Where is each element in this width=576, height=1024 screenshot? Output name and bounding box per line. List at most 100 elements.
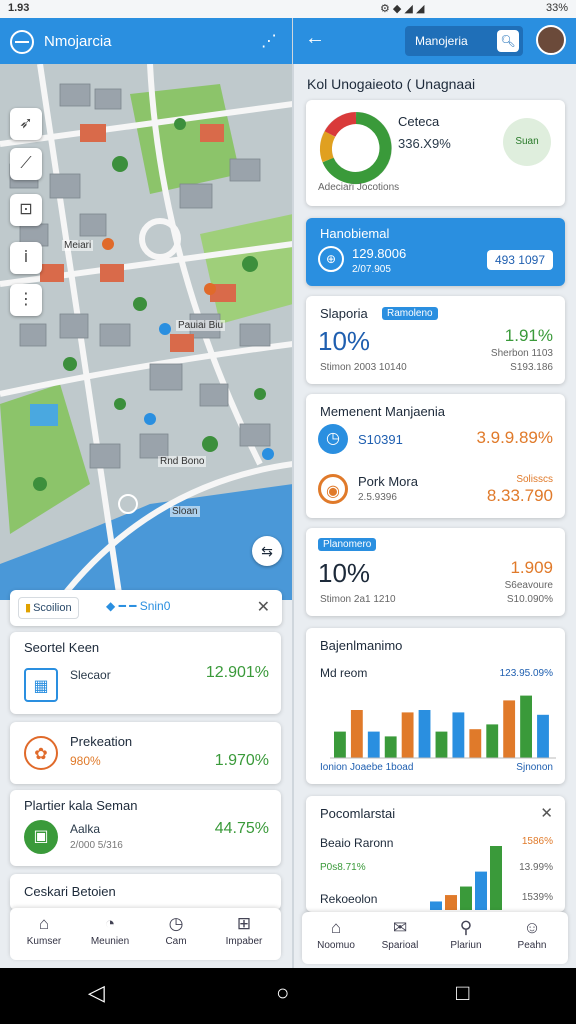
left-card-3[interactable]: Plartier kala Seman ▣ Aalka 2/000 5/316 …	[10, 790, 281, 866]
map-label: Meiari	[62, 240, 94, 251]
nav-home[interactable]: ⌂ Kumser	[14, 914, 74, 947]
bottom-row3: Rekoeolon	[320, 892, 378, 906]
layers-tool-icon[interactable]: ⊡	[10, 194, 42, 226]
recents-icon[interactable]: □	[456, 980, 469, 1006]
mini-chart-bar	[460, 886, 472, 910]
left-app-header: Nmojarcia ⋰	[0, 18, 293, 64]
bar-chart	[330, 695, 556, 759]
status-bar: 1.93 ⚙ ◆ ◢ ◢ 33%	[0, 0, 576, 18]
stat-card-c[interactable]: Planomero 10% Stimon 2a1 1210 1.909 S6ea…	[306, 528, 565, 616]
card-line: Slecaor	[70, 668, 111, 682]
highlight-title: Hanobiemal	[320, 226, 390, 241]
nav-home-right[interactable]: ⌂ Noomuo	[306, 918, 366, 951]
stat-title: Memenent Manjaenia	[320, 404, 446, 419]
chart-card[interactable]: Bajenlmanimo Md reom 123.95.09% Ionion J…	[306, 628, 565, 784]
left-app-title: Nmojarcia	[44, 33, 112, 50]
chart-bar	[537, 714, 549, 758]
info-tool-icon[interactable]: ⅰ	[10, 242, 42, 274]
row1-value: 3.9.9.89%	[476, 428, 553, 447]
stat-sub2: S193.186	[510, 362, 553, 373]
status-time: 1.93	[8, 2, 30, 14]
stat-sub2: S10.090%	[506, 594, 553, 605]
home-button-icon[interactable]: ○	[276, 980, 289, 1006]
map-label: Pauiai Biu	[176, 320, 226, 331]
clock-icon: ◷	[318, 424, 348, 454]
nav-impaber[interactable]: ⊞ Impaber	[214, 914, 274, 947]
nav-plariun[interactable]: ⚲ Plariun	[436, 918, 496, 951]
card-title: Prekeation	[70, 734, 133, 749]
navigate-tool-icon[interactable]: ➶	[10, 108, 42, 140]
target-icon: ◉	[318, 474, 348, 504]
settings-flower-icon: ✿	[24, 736, 58, 770]
chart-bar	[367, 731, 380, 758]
avatar[interactable]	[536, 25, 566, 55]
share-icon[interactable]: ⋰	[261, 31, 277, 51]
highlight-card[interactable]: Hanobiemal ⊕ 129.8006 2/07.905 493 1097	[306, 218, 565, 286]
card-sub: 2/000 5/316	[70, 840, 123, 851]
stat-caption: Stimon 2003 10140	[320, 362, 407, 373]
bottom-row3-val: 1539%	[521, 892, 553, 903]
map-pin	[102, 238, 114, 250]
chart-footer-right: Sjnonon	[516, 762, 553, 773]
right-bottom-nav: ⌂ Noomuo ✉ Sparioal ⚲ Plariun ☺ Peahn	[302, 912, 568, 964]
search-icon[interactable]: 🔍︎	[497, 30, 519, 52]
bottom-row1: Beaio Raronn	[320, 836, 394, 850]
summary-card[interactable]: Ceteca 336.X9% Adeciari Jocotions Suan	[306, 100, 565, 206]
chart-bar	[418, 710, 431, 758]
chart-bar	[503, 700, 516, 758]
back-icon[interactable]: ◁	[88, 980, 105, 1006]
nav-cam[interactable]: ◷ Cam	[146, 914, 206, 947]
stat-card-a[interactable]: Slaporia Ramoleno 10% Stimon 2003 10140 …	[306, 296, 565, 384]
close-icon[interactable]: ✕	[257, 597, 270, 617]
stat-card-b[interactable]: Memenent Manjaenia ◷ S10391 3.9.9.89% ◉ …	[306, 394, 565, 518]
nav-peahn[interactable]: ☺ Peahn	[502, 918, 562, 951]
donut-chart	[320, 112, 392, 184]
globe-icon: ⊕	[318, 246, 344, 272]
card-value: 1.970%	[214, 752, 269, 769]
mini-chart-bar	[490, 846, 502, 910]
card-title: Plartier kala Seman	[24, 798, 138, 813]
bottom-row2-val: 13.99%	[519, 862, 553, 873]
left-card-1[interactable]: Seortel Keen ▦ Slecaor 12.901%	[10, 632, 281, 714]
map-canvas[interactable]	[0, 64, 293, 600]
close-icon[interactable]: ✕	[540, 804, 553, 822]
timer-icon: ◷	[168, 914, 184, 933]
row2-value: 8.33.790	[486, 486, 553, 505]
chart-bar	[469, 729, 482, 758]
nav-menu[interactable]: ◔ Meunien	[80, 914, 140, 947]
left-card-4[interactable]: Ceskari Betoien	[10, 874, 281, 910]
chart-footer-left: Ionion Joaebe 1boad	[320, 762, 414, 773]
mini-bar-chart	[430, 846, 502, 910]
nav-sparioal[interactable]: ✉ Sparioal	[370, 918, 430, 951]
filter-slider[interactable]: ◆ ━ ━ Snin0	[106, 599, 170, 613]
filter-slider-label: Snin0	[139, 599, 171, 613]
map-view[interactable]: ➶ ⟋ ⊡ ⅰ ⋮ Meiari Pauiai Biu Rnd Bono Slo…	[0, 64, 293, 600]
map-pin	[204, 283, 216, 295]
filter-chip[interactable]: ▮ Scoilion	[18, 597, 79, 619]
gauge-icon: ◔	[104, 914, 116, 933]
back-arrow-icon[interactable]: ←	[305, 27, 325, 50]
chart-title: Bajenlmanimo	[320, 638, 403, 653]
summary-badge: Suan	[503, 118, 551, 166]
mini-chart-bar	[445, 895, 457, 910]
chip-icon: ▮	[25, 602, 32, 614]
home-icon: ⌂	[330, 918, 342, 937]
directions-icon[interactable]: ⇆	[252, 536, 282, 566]
bottom-card[interactable]: Pocomlarstai ✕ Beaio Raronn 1586% P0s8.7…	[306, 796, 565, 912]
highlight-button[interactable]: 493 1097	[486, 250, 553, 270]
left-card-2[interactable]: ✿ Prekeation 980% 1.970%	[10, 722, 281, 784]
search-field[interactable]: Manojeria 🔍︎	[405, 26, 523, 56]
status-icons: ⚙ ◆ ◢ ◢	[380, 3, 425, 15]
mini-chart-bar	[475, 871, 487, 910]
chart-label: Md reom	[320, 666, 368, 680]
left-bottom-nav: ⌂ Kumser ◔ Meunien ◷ Cam ⊞ Impaber	[10, 908, 281, 960]
highlight-value: 129.8006	[352, 246, 407, 261]
page-title: Kol Unogaieoto ( Unagnaai	[307, 76, 476, 92]
chart-bar	[401, 712, 414, 758]
more-tool-icon[interactable]: ⋮	[10, 284, 42, 316]
filter-bar: ▮ Scoilion ◆ ━ ━ Snin0 ✕	[10, 590, 282, 626]
chart-bar	[486, 724, 499, 758]
map-pin	[262, 448, 274, 460]
measure-tool-icon[interactable]: ⟋	[10, 148, 42, 180]
chart-bar	[435, 731, 448, 758]
